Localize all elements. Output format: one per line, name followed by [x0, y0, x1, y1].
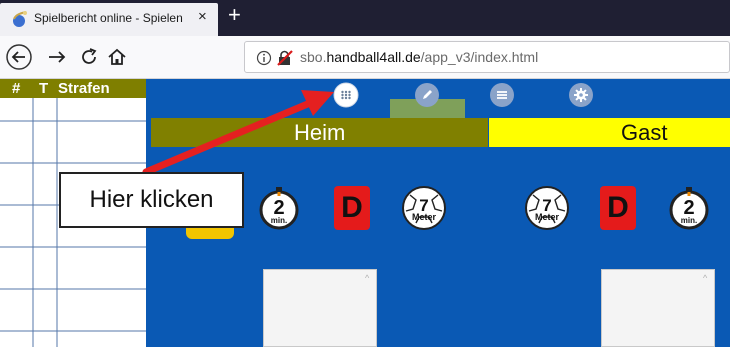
- annotation-callout: Hier klicken: [59, 172, 244, 228]
